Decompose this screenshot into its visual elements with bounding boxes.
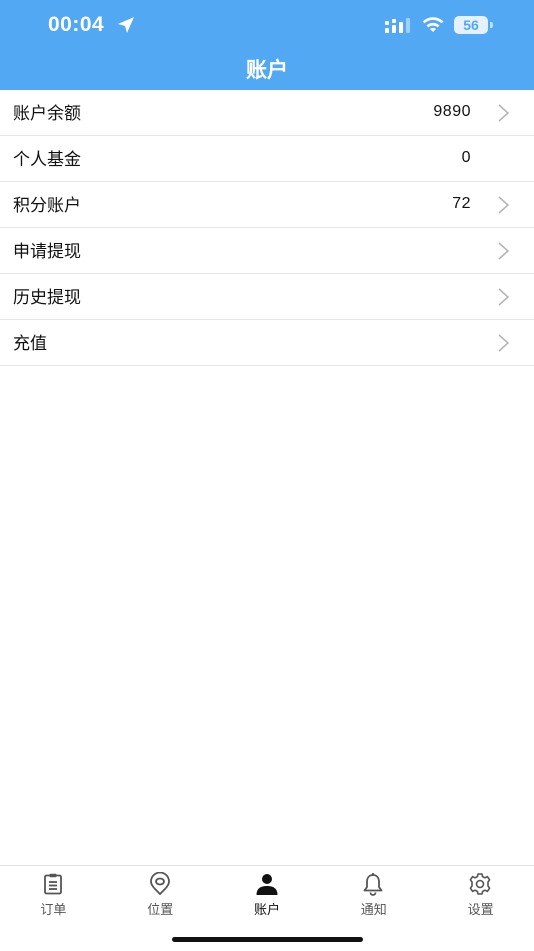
location-pin-icon bbox=[149, 872, 170, 896]
chevron-right-icon bbox=[498, 196, 510, 214]
bell-icon bbox=[363, 873, 383, 896]
chevron-right-icon bbox=[498, 104, 510, 122]
tab-settings[interactable]: 设置 bbox=[427, 866, 534, 926]
chevron-right-icon bbox=[498, 288, 510, 306]
account-list: 账户余额 9890 个人基金 0 积分账户 72 申请提现 历史提现 充值 bbox=[0, 90, 534, 366]
row-label: 历史提现 bbox=[13, 288, 81, 308]
row-recharge[interactable]: 充值 bbox=[0, 320, 534, 366]
home-indicator[interactable] bbox=[172, 937, 363, 942]
row-label: 申请提现 bbox=[13, 242, 81, 262]
tab-location[interactable]: 位置 bbox=[107, 866, 214, 926]
row-personal-fund[interactable]: 个人基金 0 bbox=[0, 136, 534, 182]
row-value: 0 bbox=[461, 149, 471, 166]
status-time: 00:04 bbox=[48, 13, 105, 36]
tab-notifications[interactable]: 通知 bbox=[320, 866, 427, 926]
battery-cap bbox=[490, 22, 493, 28]
status-bar: 00:04 56 bbox=[0, 0, 534, 52]
app-header: 00:04 56 账户 bbox=[0, 0, 534, 90]
location-arrow-icon bbox=[118, 17, 134, 33]
wifi-icon bbox=[422, 17, 444, 32]
tab-label: 位置 bbox=[147, 903, 174, 918]
row-withdraw-history[interactable]: 历史提现 bbox=[0, 274, 534, 320]
clipboard-icon bbox=[44, 873, 62, 895]
tab-account[interactable]: 账户 bbox=[214, 866, 321, 926]
tab-orders[interactable]: 订单 bbox=[0, 866, 107, 926]
tab-label: 账户 bbox=[253, 903, 280, 918]
row-value: 72 bbox=[452, 195, 471, 212]
tab-label: 设置 bbox=[467, 903, 494, 918]
page-title: 账户 bbox=[246, 58, 288, 82]
gear-icon bbox=[469, 873, 491, 895]
row-label: 账户余额 bbox=[13, 104, 81, 124]
tab-label: 通知 bbox=[360, 903, 387, 918]
chevron-right-icon bbox=[498, 242, 510, 260]
chevron-right-icon bbox=[498, 334, 510, 352]
row-value: 9890 bbox=[433, 103, 471, 120]
row-points-account[interactable]: 积分账户 72 bbox=[0, 182, 534, 228]
battery-level: 56 bbox=[463, 17, 479, 33]
row-label: 充值 bbox=[13, 334, 47, 354]
battery-indicator: 56 bbox=[454, 16, 494, 36]
row-label: 个人基金 bbox=[13, 150, 81, 170]
cellular-signal-icon bbox=[385, 18, 410, 33]
user-icon bbox=[256, 874, 278, 895]
row-balance[interactable]: 账户余额 9890 bbox=[0, 90, 534, 136]
row-apply-withdraw[interactable]: 申请提现 bbox=[0, 228, 534, 274]
row-label: 积分账户 bbox=[13, 196, 81, 216]
tab-label: 订单 bbox=[40, 903, 67, 918]
